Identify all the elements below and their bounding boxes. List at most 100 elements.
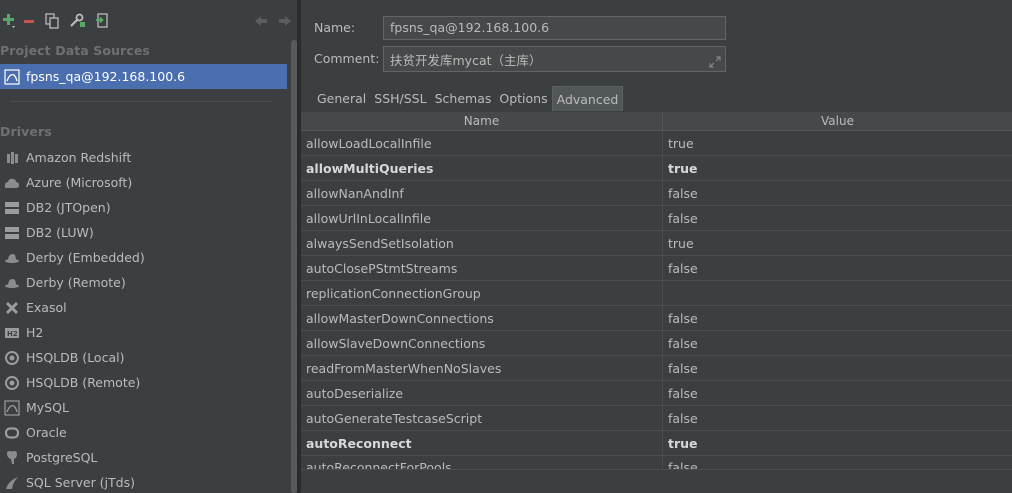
driver-item-hsqldb-local[interactable]: HSQLDB (Local) <box>0 345 290 370</box>
driver-item-h2[interactable]: H2 H2 <box>0 320 290 345</box>
driver-item-db2-luw[interactable]: DB2 (LUW) <box>0 220 290 245</box>
tab-options[interactable]: Options <box>495 86 551 111</box>
property-value-cell[interactable]: false <box>663 406 1012 430</box>
ibm-db2-icon <box>4 225 20 241</box>
back-icon[interactable] <box>252 11 270 31</box>
oracle-icon <box>4 425 20 441</box>
property-value-cell[interactable]: true <box>663 231 1012 255</box>
property-value-cell[interactable]: false <box>663 306 1012 330</box>
property-value-cell[interactable]: false <box>663 331 1012 355</box>
driver-item-amazon-redshift[interactable]: Amazon Redshift <box>0 145 290 170</box>
driver-item-mysql[interactable]: MySQL <box>0 395 290 420</box>
sqlserver-icon <box>4 475 20 491</box>
driver-item-derby-remote[interactable]: Derby (Remote) <box>0 270 290 295</box>
table-row[interactable]: readFromMasterWhenNoSlaves false <box>301 356 1012 381</box>
column-header-name[interactable]: Name <box>301 112 663 130</box>
drivers-list: Amazon Redshift Azure (Microsoft) DB2 (J… <box>0 145 290 493</box>
ibm-db2-icon <box>4 200 20 216</box>
driver-label: Derby (Embedded) <box>26 250 145 265</box>
add-icon[interactable] <box>0 11 18 31</box>
driver-item-exasol[interactable]: Exasol <box>0 295 290 320</box>
property-value-cell[interactable] <box>663 281 1012 305</box>
property-value-cell[interactable]: true <box>663 431 1012 455</box>
driver-item-db2-jtopen[interactable]: DB2 (JTOpen) <box>0 195 290 220</box>
azure-icon <box>4 175 20 191</box>
driver-label: DB2 (JTOpen) <box>26 200 111 215</box>
derby-icon <box>4 250 20 266</box>
mysql-icon <box>4 68 20 85</box>
property-name-cell: alwaysSendSetIsolation <box>301 231 663 255</box>
property-value-cell[interactable]: false <box>663 181 1012 205</box>
import-icon[interactable] <box>93 11 111 31</box>
column-header-value[interactable]: Value <box>663 112 1012 130</box>
driver-label: Oracle <box>26 425 67 440</box>
table-row[interactable]: autoReconnectForPools false <box>301 456 1012 470</box>
property-name-cell: allowMasterDownConnections <box>301 306 663 330</box>
property-name-cell: autoClosePStmtStreams <box>301 256 663 280</box>
driver-item-postgresql[interactable]: PostgreSQL <box>0 445 290 470</box>
expand-icon[interactable] <box>709 56 721 68</box>
datasource-item-selected[interactable]: fpsns_qa@192.168.100.6 <box>0 64 287 89</box>
datasource-toolbar <box>0 6 297 36</box>
table-row[interactable]: allowNanAndInf false <box>301 181 1012 206</box>
tab-ssh-ssl[interactable]: SSH/SSL <box>370 86 430 111</box>
property-value-cell[interactable]: false <box>663 256 1012 280</box>
derby-icon <box>4 275 20 291</box>
exasol-icon <box>4 300 20 316</box>
property-name-cell: allowNanAndInf <box>301 181 663 205</box>
comment-text: 扶贫开发库mycat（主库） <box>390 53 542 68</box>
property-value-cell[interactable]: false <box>663 381 1012 405</box>
connection-settings-panel: Name: fpsns_qa@192.168.100.6 Comment: 扶贫… <box>301 0 1012 493</box>
property-name-cell: autoDeserialize <box>301 381 663 405</box>
name-field[interactable]: fpsns_qa@192.168.100.6 <box>383 16 726 40</box>
table-row[interactable]: allowLoadLocalInfile true <box>301 131 1012 156</box>
drivers-title: Drivers <box>0 124 52 139</box>
driver-label: HSQLDB (Local) <box>26 350 125 365</box>
comment-field[interactable]: 扶贫开发库mycat（主库） <box>383 46 726 72</box>
table-row[interactable]: allowMultiQueries true <box>301 156 1012 181</box>
forward-icon[interactable] <box>276 11 294 31</box>
property-value-cell[interactable]: false <box>663 456 1012 469</box>
driver-label: H2 <box>26 325 44 340</box>
copy-icon[interactable] <box>43 11 61 31</box>
tab-advanced[interactable]: Advanced <box>551 86 624 111</box>
driver-item-derby-embedded[interactable]: Derby (Embedded) <box>0 245 290 270</box>
property-value-cell[interactable]: true <box>663 131 1012 155</box>
property-name-cell: autoReconnectForPools <box>301 456 663 469</box>
table-row[interactable]: allowUrlInLocalInfile false <box>301 206 1012 231</box>
driver-item-azure[interactable]: Azure (Microsoft) <box>0 170 290 195</box>
property-name-cell: allowMultiQueries <box>301 156 663 180</box>
driver-label: MySQL <box>26 400 69 415</box>
driver-label: HSQLDB (Remote) <box>26 375 141 390</box>
table-row[interactable]: autoReconnect true <box>301 431 1012 456</box>
hsqldb-icon <box>4 350 20 366</box>
table-row[interactable]: autoClosePStmtStreams false <box>301 256 1012 281</box>
property-value-cell[interactable]: false <box>663 356 1012 380</box>
table-row[interactable]: alwaysSendSetIsolation true <box>301 231 1012 256</box>
table-row[interactable]: autoDeserialize false <box>301 381 1012 406</box>
advanced-properties-table: Name Value allowLoadLocalInfile true allow… <box>301 112 1012 493</box>
table-row[interactable]: autoGenerateTestcaseScript false <box>301 406 1012 431</box>
tab-schemas[interactable]: Schemas <box>431 86 496 111</box>
driver-label: SQL Server (jTds) <box>26 475 135 490</box>
datasource-label: fpsns_qa@192.168.100.6 <box>26 69 186 84</box>
mysql-icon <box>4 399 20 416</box>
property-name-cell: autoReconnect <box>301 431 663 455</box>
table-row[interactable]: replicationConnectionGroup <box>301 281 1012 306</box>
tab-general[interactable]: General <box>313 86 370 111</box>
driver-item-hsqldb-remote[interactable]: HSQLDB (Remote) <box>0 370 290 395</box>
driver-item-sql-server-jtds[interactable]: SQL Server (jTds) <box>0 470 290 493</box>
property-value-cell[interactable]: true <box>663 156 1012 180</box>
section-divider <box>10 101 272 102</box>
table-header: Name Value <box>301 112 1012 131</box>
property-name-cell: autoGenerateTestcaseScript <box>301 406 663 430</box>
remove-icon[interactable] <box>20 11 38 31</box>
drivers-scrollbar[interactable] <box>290 40 297 493</box>
hsqldb-icon <box>4 375 20 391</box>
table-row[interactable]: allowMasterDownConnections false <box>301 306 1012 331</box>
table-row[interactable]: allowSlaveDownConnections false <box>301 331 1012 356</box>
driver-item-oracle[interactable]: Oracle <box>0 420 290 445</box>
properties-icon[interactable] <box>68 11 86 31</box>
property-value-cell[interactable]: false <box>663 206 1012 230</box>
property-name-cell: allowUrlInLocalInfile <box>301 206 663 230</box>
